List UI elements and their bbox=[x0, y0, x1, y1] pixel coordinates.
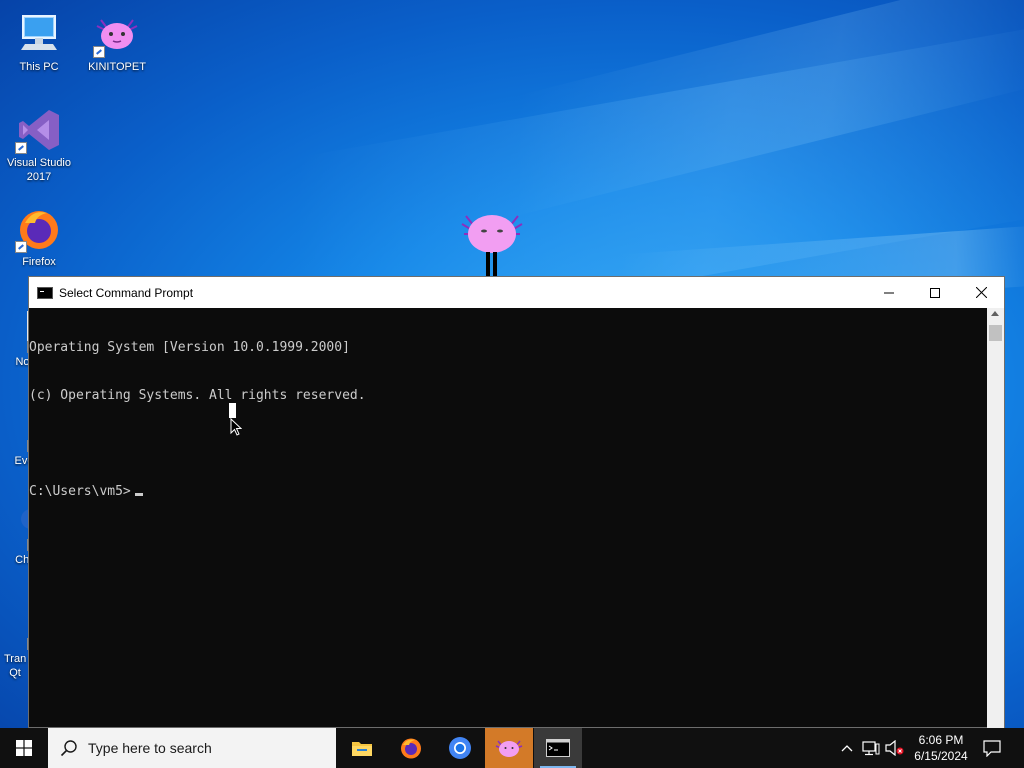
window-title: Select Command Prompt bbox=[59, 285, 194, 300]
taskbar-firefox[interactable] bbox=[387, 728, 435, 768]
search-placeholder: Type here to search bbox=[88, 740, 212, 756]
chevron-up-icon bbox=[841, 745, 853, 752]
mouse-pointer-icon bbox=[230, 417, 243, 436]
firefox-icon bbox=[15, 205, 63, 253]
desktop-icon-label: KINITOPET bbox=[88, 61, 146, 73]
minimize-button[interactable] bbox=[866, 277, 912, 308]
scroll-thumb[interactable] bbox=[989, 325, 1002, 341]
clock-date: 6/15/2024 bbox=[914, 749, 968, 763]
console-selection-block bbox=[229, 403, 236, 418]
tray-network-button[interactable] bbox=[860, 728, 882, 768]
desktop-icon-visual-studio[interactable]: Visual Studio 2017 bbox=[0, 106, 78, 184]
close-icon bbox=[975, 287, 987, 298]
console-line: Operating System [Version 10.0.1999.2000… bbox=[29, 340, 350, 355]
tray-show-hidden-button[interactable] bbox=[836, 728, 858, 768]
desktop-icon-this-pc[interactable]: This PC bbox=[0, 10, 78, 74]
taskbar: Type here to search 6:06 PM 6/15/2024 bbox=[0, 728, 1024, 768]
taskbar-kinitopet[interactable] bbox=[485, 728, 533, 768]
shortcut-arrow-icon bbox=[15, 241, 27, 253]
wallpaper-beam bbox=[520, 0, 1024, 215]
console-line: (c) Operating Systems. All rights reserv… bbox=[29, 388, 366, 403]
desktop-icon-label: Tran Qt bbox=[4, 653, 27, 679]
firefox-icon bbox=[401, 738, 421, 759]
volume-muted-icon bbox=[885, 740, 904, 756]
console-prompt-line: C:\Users\vm5> bbox=[29, 484, 988, 500]
desktop-icon-kinitopet[interactable]: KINITOPET bbox=[78, 10, 156, 74]
desktop-icon-label: Firefox bbox=[22, 256, 56, 268]
command-prompt-icon bbox=[546, 739, 570, 757]
axolotl-icon bbox=[93, 10, 141, 58]
shortcut-arrow-icon bbox=[15, 142, 27, 154]
close-button[interactable] bbox=[958, 277, 1004, 308]
desktop-icon-label: This PC bbox=[19, 61, 59, 73]
desktop-icon-label: Visual Studio 2017 bbox=[6, 157, 71, 183]
text-caret bbox=[134, 493, 143, 496]
taskbar-search-box[interactable]: Type here to search bbox=[48, 728, 336, 768]
taskbar-chrome[interactable] bbox=[436, 728, 484, 768]
console-output[interactable]: Operating System [Version 10.0.1999.2000… bbox=[29, 308, 988, 728]
maximize-icon bbox=[930, 287, 940, 298]
search-icon bbox=[60, 740, 77, 757]
chrome-icon bbox=[449, 737, 471, 759]
clock-time: 6:06 PM bbox=[918, 733, 964, 747]
shortcut-arrow-icon bbox=[93, 46, 105, 58]
taskbar-file-explorer[interactable] bbox=[338, 728, 386, 768]
minimize-icon bbox=[884, 292, 894, 293]
taskbar-command-prompt[interactable] bbox=[534, 728, 582, 768]
console-prompt: C:\Users\vm5> bbox=[29, 484, 131, 499]
taskbar-clock[interactable]: 6:06 PM 6/15/2024 bbox=[906, 732, 976, 764]
tray-volume-button[interactable] bbox=[884, 728, 906, 768]
vertical-scrollbar[interactable] bbox=[987, 308, 1004, 728]
command-prompt-window[interactable]: Select Command Prompt Operating System [… bbox=[28, 276, 1005, 728]
notifications-button[interactable] bbox=[978, 728, 1006, 768]
network-icon bbox=[862, 741, 880, 756]
computer-icon bbox=[15, 10, 63, 58]
start-button[interactable] bbox=[0, 728, 48, 768]
command-prompt-icon bbox=[37, 286, 53, 299]
windows-logo-icon bbox=[16, 740, 32, 756]
maximize-button[interactable] bbox=[912, 277, 958, 308]
window-titlebar[interactable]: Select Command Prompt bbox=[29, 277, 1004, 308]
kinitopet-icon bbox=[495, 740, 523, 757]
visual-studio-icon bbox=[15, 106, 63, 154]
notifications-icon bbox=[983, 739, 1001, 757]
file-explorer-icon bbox=[352, 742, 372, 756]
scroll-up-arrow-icon[interactable] bbox=[991, 311, 999, 316]
desktop-icon-firefox[interactable]: Firefox bbox=[0, 205, 78, 269]
